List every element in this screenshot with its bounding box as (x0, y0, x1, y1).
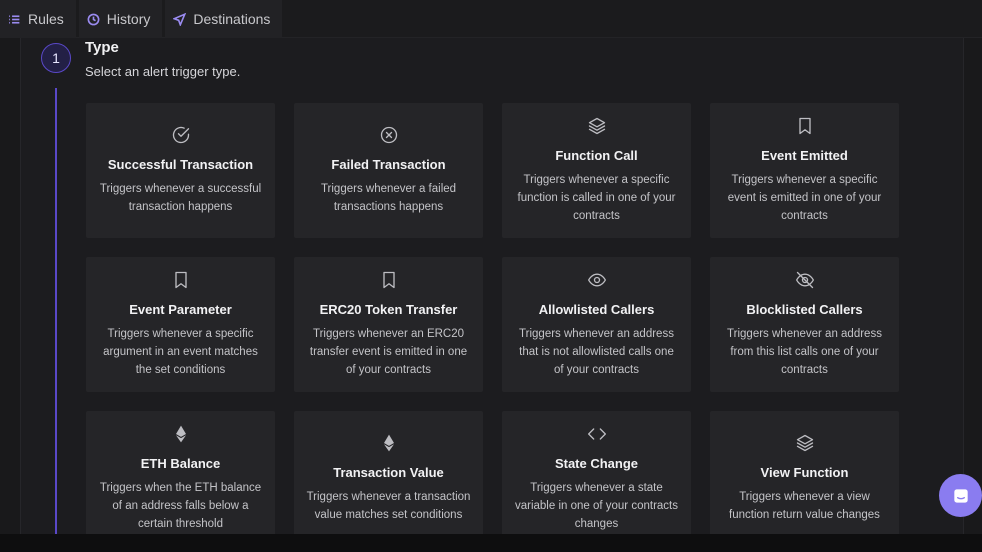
trigger-card-function-call[interactable]: Function Call Triggers whenever a specif… (502, 103, 691, 238)
tab-history-label: History (106, 11, 151, 27)
trigger-card-description: Triggers whenever an ERC20 transfer even… (309, 328, 468, 376)
trigger-card-description: Triggers whenever an address from this l… (727, 328, 882, 376)
code-icon (587, 424, 607, 444)
x-circle-icon (379, 125, 399, 145)
trigger-card-allowlisted-callers[interactable]: Allowlisted Callers Triggers whenever an… (502, 257, 691, 392)
trigger-card-name: View Function (760, 465, 849, 480)
chat-support-button[interactable] (939, 474, 982, 517)
trigger-card-state-change[interactable]: State Change Triggers whenever a state v… (502, 411, 691, 546)
trigger-card-event-emitted[interactable]: Event Emitted Triggers whenever a specif… (710, 103, 899, 238)
layers-icon (795, 433, 815, 453)
ethereum-icon (379, 433, 399, 453)
trigger-card-blocklisted-callers[interactable]: Blocklisted Callers Triggers whenever an… (710, 257, 899, 392)
trigger-card-event-parameter[interactable]: Event Parameter Triggers whenever a spec… (86, 257, 275, 392)
tab-rules[interactable]: Rules (0, 0, 76, 38)
trigger-card-view-function[interactable]: View Function Triggers whenever a view f… (710, 411, 899, 546)
ethereum-icon (171, 424, 191, 444)
trigger-card-transaction-value[interactable]: Transaction Value Triggers whenever a tr… (294, 411, 483, 546)
trigger-card-erc20-token-transfer[interactable]: ERC20 Token Transfer Triggers whenever a… (294, 257, 483, 392)
trigger-card-description: Triggers whenever a view function return… (729, 491, 880, 521)
trigger-card-description: Triggers whenever a transaction value ma… (306, 491, 471, 521)
step-progress-line (55, 88, 57, 534)
bottom-bar (0, 534, 982, 552)
layers-icon (587, 116, 607, 136)
check-circle-icon (171, 125, 191, 145)
trigger-card-name: Function Call (555, 148, 638, 163)
trigger-card-name: ERC20 Token Transfer (319, 302, 458, 317)
chat-icon (953, 488, 968, 503)
trigger-card-failed-transaction[interactable]: Failed Transaction Triggers whenever a f… (294, 103, 483, 238)
tab-rules-label: Rules (28, 11, 64, 27)
trigger-card-description: Triggers when the ETH balance of an addr… (99, 482, 262, 530)
trigger-card-description: Triggers whenever an address that is not… (519, 328, 674, 376)
trigger-card-name: Event Emitted (761, 148, 848, 163)
trigger-card-name: Failed Transaction (331, 157, 446, 172)
trigger-card-description: Triggers whenever a specific argument in… (103, 328, 258, 376)
trigger-card-description: Triggers whenever a specific function is… (517, 174, 676, 222)
trigger-card-eth-balance[interactable]: ETH Balance Triggers when the ETH balanc… (86, 411, 275, 546)
trigger-card-name: Successful Transaction (107, 157, 254, 172)
trigger-type-grid: Successful Transaction Triggers whenever… (86, 103, 899, 546)
tab-destinations[interactable]: Destinations (165, 0, 283, 38)
trigger-card-description: Triggers whenever a state variable in on… (514, 482, 678, 530)
trigger-card-description: Triggers whenever a specific event is em… (727, 174, 882, 222)
eye-icon (587, 270, 607, 290)
send-icon (173, 12, 187, 26)
trigger-card-description: Triggers whenever a failed transactions … (320, 183, 457, 213)
step-title: Type (85, 39, 119, 56)
trigger-card-successful-transaction[interactable]: Successful Transaction Triggers whenever… (86, 103, 275, 238)
trigger-card-name: State Change (554, 456, 639, 471)
trigger-card-name: Allowlisted Callers (538, 302, 655, 317)
tab-destinations-label: Destinations (193, 11, 271, 27)
step-subtitle: Select an alert trigger type. (85, 64, 241, 79)
step-number-badge: 1 (41, 43, 71, 73)
tab-history[interactable]: History (78, 0, 163, 38)
tab-bar: Rules History Destinations (0, 0, 982, 38)
bookmark-icon (379, 270, 399, 290)
trigger-card-name: ETH Balance (140, 456, 221, 471)
bookmark-icon (171, 270, 191, 290)
bookmark-icon (795, 116, 815, 136)
eye-off-icon (795, 270, 815, 290)
trigger-card-name: Blocklisted Callers (746, 302, 863, 317)
clock-icon (87, 13, 100, 25)
trigger-card-name: Transaction Value (333, 465, 444, 480)
trigger-card-description: Triggers whenever a successful transacti… (99, 183, 262, 213)
trigger-card-name: Event Parameter (129, 302, 232, 317)
list-icon (9, 14, 20, 24)
